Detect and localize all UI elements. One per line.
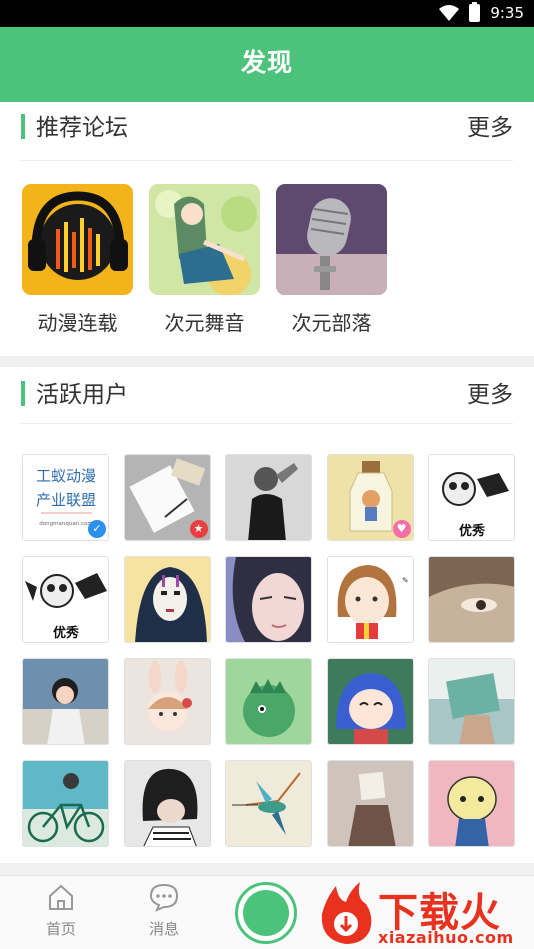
child-photo-avatar <box>23 659 108 744</box>
forum-item-tribe[interactable]: 次元部落 <box>276 184 387 336</box>
user-avatar[interactable] <box>22 658 109 745</box>
forum-item-dance-music[interactable]: 次元舞音 <box>149 184 260 336</box>
user-avatar[interactable] <box>225 454 312 541</box>
svg-text:✎: ✎ <box>402 576 409 585</box>
forum-label: 动漫连载 <box>37 311 118 335</box>
flame-logo-icon <box>321 882 372 944</box>
user-avatar[interactable] <box>428 556 515 643</box>
forum-thumbnail-headphones <box>22 184 133 295</box>
green-creature-avatar <box>226 659 311 744</box>
tab-home-label: 首页 <box>45 920 76 938</box>
recommended-forums-section: 推荐论坛 更多 动漫连载 次元舞音 次元部落 <box>0 102 534 356</box>
user-avatar[interactable]: ✎ <box>326 556 414 643</box>
status-bar: 9:35 <box>0 0 534 27</box>
user-avatar[interactable]: 优秀 <box>428 454 515 541</box>
avatar-text-line1: 工蚁动漫 <box>36 467 96 485</box>
center-action-button[interactable] <box>235 882 297 944</box>
forum-item-anime-serial[interactable]: 动漫连载 <box>22 184 133 336</box>
panda-meme-avatar: 优秀 <box>23 557 108 642</box>
home-icon <box>49 884 73 910</box>
app-header: 发现 <box>0 27 534 102</box>
no-face-avatar <box>124 557 210 642</box>
user-avatar[interactable] <box>22 760 109 847</box>
section-header: 活跃用户 更多 <box>21 367 513 424</box>
star-badge-icon: ★ <box>189 520 208 538</box>
book-reader-avatar <box>429 659 514 744</box>
watermark-url: xiazaihuo.com <box>378 928 514 947</box>
user-avatar[interactable] <box>123 658 211 745</box>
avatar-text-line2: 产业联盟 <box>36 491 96 509</box>
forum-thumbnail-anime-girl <box>149 184 260 295</box>
section-accent-bar <box>21 381 25 406</box>
user-avatar[interactable]: 优秀 <box>22 556 109 643</box>
panda-caption: 优秀 <box>53 625 80 641</box>
hummingbird-avatar <box>226 761 311 846</box>
user-avatar[interactable] <box>428 658 515 745</box>
user-avatar[interactable] <box>123 556 211 643</box>
anime-girl-gift-avatar: ✎ <box>327 557 413 642</box>
tab-messages[interactable]: 消息 <box>134 882 194 939</box>
page-title: 发现 <box>240 48 293 77</box>
forum-thumbnail-microphone <box>276 184 387 295</box>
chat-bubble-icon <box>149 883 179 912</box>
eye-closeup-avatar <box>429 557 514 642</box>
active-users-section: 活跃用户 更多 工蚁动漫 产业联盟 dongmanquan.com ✓ ★ ♥ … <box>0 367 534 863</box>
section-title: 活跃用户 <box>36 382 128 408</box>
woman-portrait-avatar <box>226 557 311 642</box>
active-users-grid: 工蚁动漫 产业联盟 dongmanquan.com ✓ ★ ♥ 优秀 优秀 ✎ <box>22 454 515 847</box>
panda-caption: 优秀 <box>459 523 486 539</box>
watermark-logo: 下载火 xiazaihuo.com <box>314 878 534 949</box>
battery-icon <box>469 2 481 22</box>
bw-portrait-avatar <box>226 455 311 540</box>
avatar-text-line3: dongmanquan.com <box>39 521 92 527</box>
user-avatar[interactable] <box>428 760 515 847</box>
user-avatar[interactable] <box>326 658 414 745</box>
user-avatar[interactable] <box>225 760 312 847</box>
anime-blue-hair-avatar <box>327 659 413 744</box>
user-avatar[interactable] <box>326 760 414 847</box>
section-accent-bar <box>21 114 25 139</box>
verified-badge-icon: ✓ <box>88 520 106 538</box>
section-title: 推荐论坛 <box>36 115 128 141</box>
bunny-girl-avatar <box>124 659 210 744</box>
more-forums-link[interactable]: 更多 <box>467 108 513 142</box>
tab-home[interactable]: 首页 <box>31 882 91 939</box>
user-avatar[interactable] <box>225 658 312 745</box>
user-avatar[interactable]: ♥ <box>326 454 414 541</box>
more-users-link[interactable]: 更多 <box>467 375 513 409</box>
user-avatar[interactable] <box>123 760 211 847</box>
user-avatar[interactable]: 工蚁动漫 产业联盟 dongmanquan.com ✓ <box>22 454 109 541</box>
tab-messages-label: 消息 <box>148 920 179 938</box>
status-time: 9:35 <box>490 4 524 22</box>
cartoon-yellow-head-avatar <box>429 761 514 846</box>
bicycle-avatar <box>23 761 108 846</box>
heart-badge-icon: ♥ <box>392 520 411 538</box>
wifi-icon <box>439 5 460 21</box>
forum-label: 次元部落 <box>291 311 372 335</box>
forum-label: 次元舞音 <box>164 311 245 335</box>
section-header: 推荐论坛 更多 <box>21 102 513 161</box>
panda-meme-avatar: 优秀 <box>429 455 514 540</box>
user-avatar[interactable]: ★ <box>123 454 211 541</box>
paper-mask-avatar <box>327 761 413 846</box>
bob-hair-avatar <box>124 761 210 846</box>
user-avatar[interactable] <box>225 556 312 643</box>
